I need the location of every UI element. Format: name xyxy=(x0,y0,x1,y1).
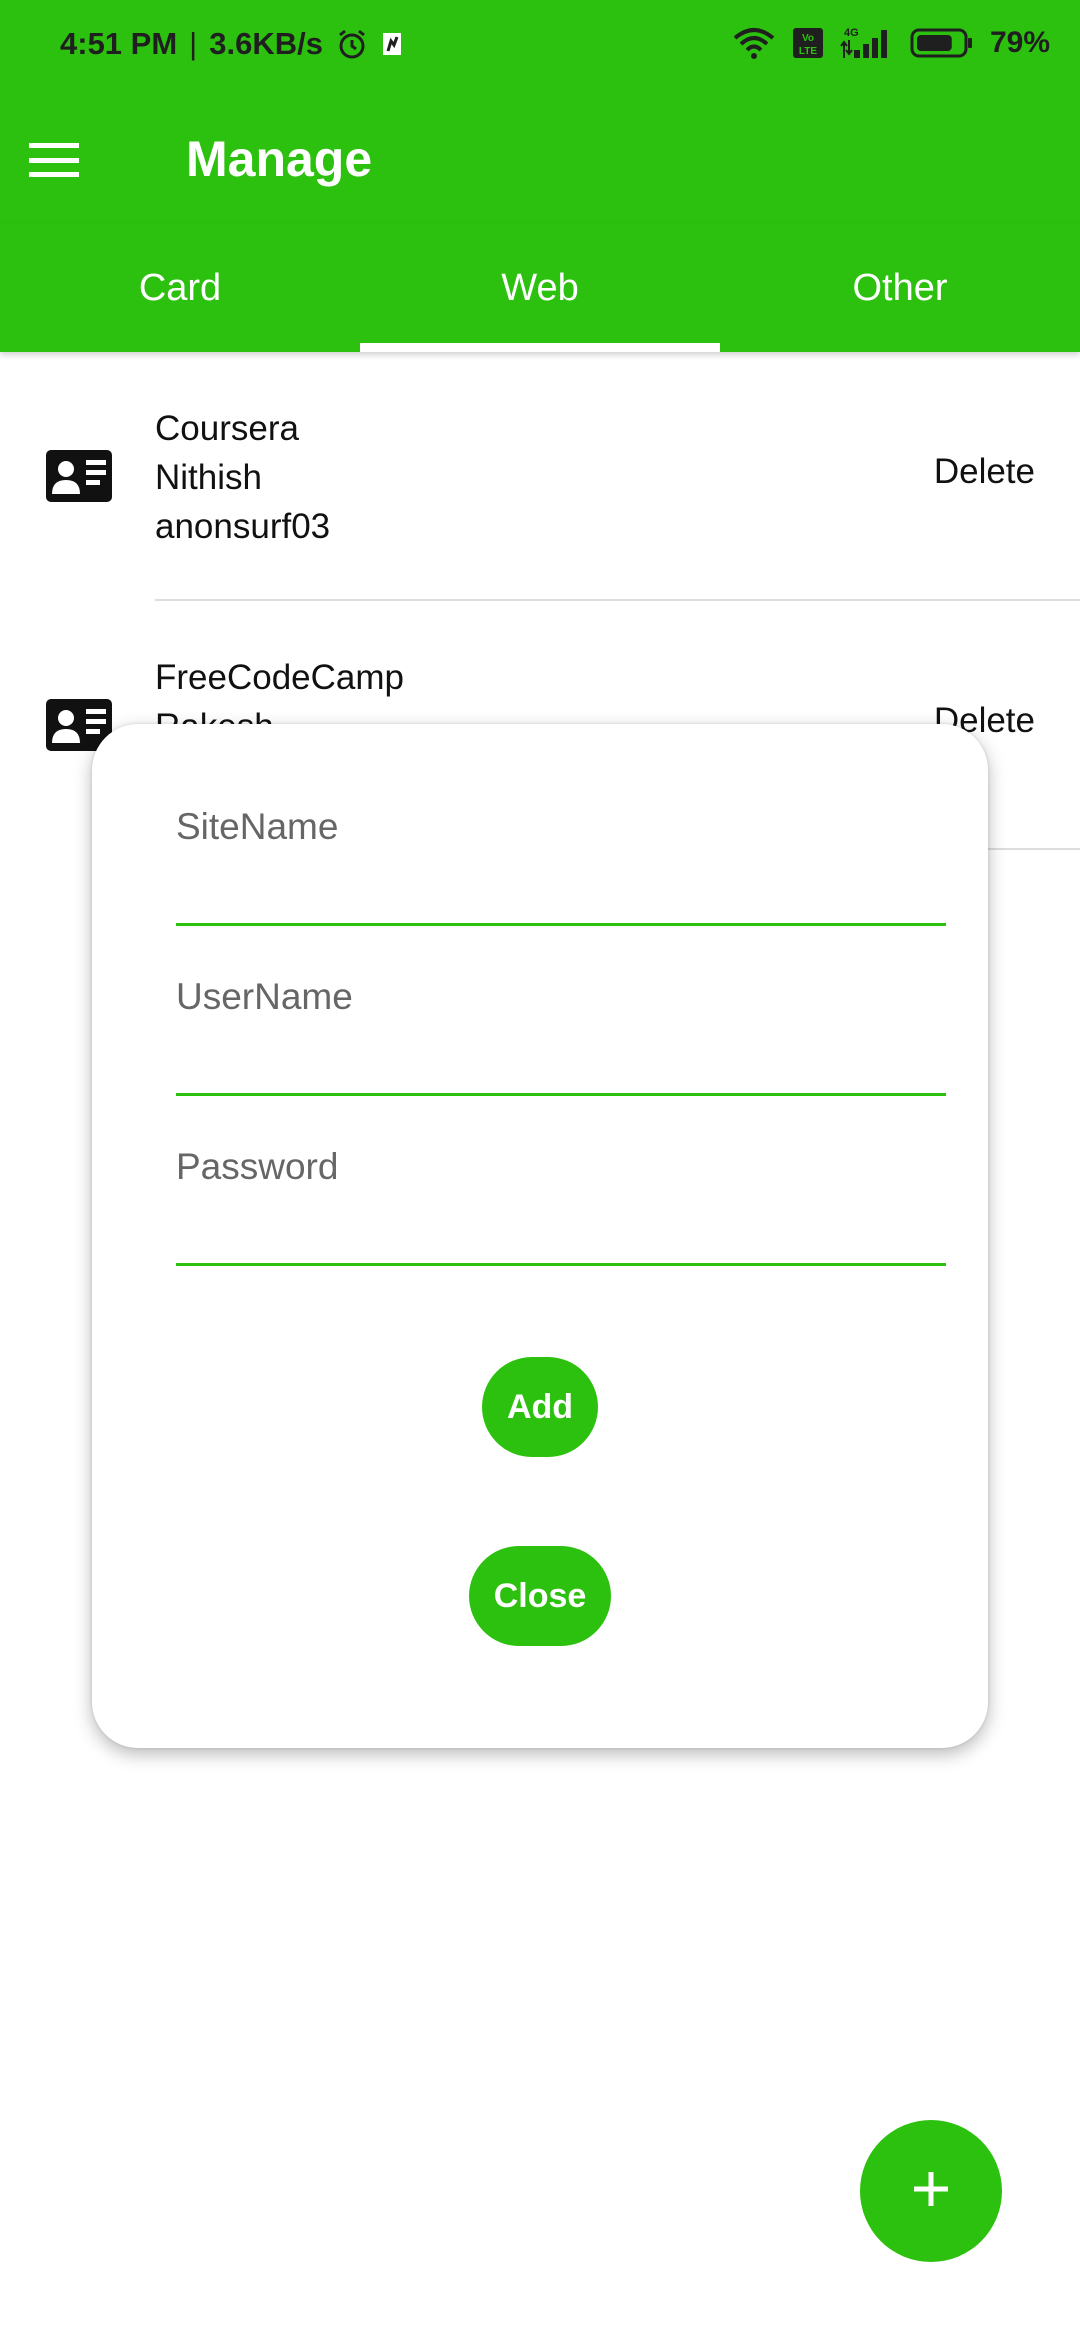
svg-text:4G: 4G xyxy=(844,27,859,39)
password-input[interactable] xyxy=(176,1206,946,1262)
tab-label: Card xyxy=(138,266,222,309)
battery-percent: 79% xyxy=(989,26,1050,59)
status-left: 4:51 PM | 3.6KB/s xyxy=(60,26,403,62)
page-title: Manage xyxy=(186,131,373,187)
user-name-field: UserName xyxy=(176,976,946,1096)
item-text: Coursera Nithish anonsurf03 xyxy=(155,404,330,551)
add-button[interactable]: Add xyxy=(482,1357,598,1457)
status-time: 4:51 PM xyxy=(60,26,178,61)
site-name-underline xyxy=(176,923,946,926)
site-name-field: SiteName xyxy=(176,806,946,926)
password-label: Password xyxy=(176,1146,339,1187)
status-right: Vo LTE 4G 79% xyxy=(732,26,1050,60)
tab-other[interactable]: Other xyxy=(720,224,1080,352)
plus-icon xyxy=(914,2171,948,2211)
volte-icon: Vo LTE xyxy=(792,27,824,59)
item-site-name: Coursera xyxy=(155,409,299,448)
tab-web[interactable]: Web xyxy=(360,224,720,352)
svg-text:LTE: LTE xyxy=(799,46,817,57)
tab-label: Web xyxy=(501,266,579,309)
tab-label: Other xyxy=(852,266,948,309)
alarm-icon xyxy=(335,27,369,61)
item-user-name: Nithish xyxy=(155,458,262,497)
app-bar: Manage xyxy=(0,96,1080,224)
delete-button[interactable]: Delete xyxy=(934,452,1035,492)
svg-text:Vo: Vo xyxy=(802,33,814,44)
wifi-icon xyxy=(732,26,776,60)
site-name-label: SiteName xyxy=(176,806,339,847)
battery-icon xyxy=(910,28,974,58)
user-name-underline xyxy=(176,1093,946,1096)
status-network-speed: 3.6KB/s xyxy=(209,26,323,61)
add-credential-dialog: SiteName UserName Password Add Close xyxy=(92,724,988,1748)
status-separator: | xyxy=(189,26,198,61)
status-bar: 4:51 PM | 3.6KB/s Vo LTE 4G 79% xyxy=(0,0,1080,96)
hamburger-menu-icon xyxy=(29,143,79,177)
site-name-input[interactable] xyxy=(176,866,946,922)
item-site-name: FreeCodeCamp xyxy=(155,658,404,697)
notification-app-icon xyxy=(381,31,403,57)
list-item: Coursera Nithish anonsurf03 Delete xyxy=(0,352,1080,601)
password-underline xyxy=(176,1263,946,1266)
add-fab-button[interactable] xyxy=(860,2120,1002,2262)
item-password: anonsurf03 xyxy=(155,507,331,546)
user-name-input[interactable] xyxy=(176,1036,946,1092)
close-button[interactable]: Close xyxy=(469,1546,611,1646)
menu-button[interactable] xyxy=(14,120,94,200)
contact-card-icon xyxy=(46,450,112,502)
cellular-signal-icon: 4G xyxy=(840,26,894,60)
user-name-label: UserName xyxy=(176,976,353,1017)
password-field: Password xyxy=(176,1146,946,1266)
tab-card[interactable]: Card xyxy=(0,224,360,352)
tab-selected-indicator xyxy=(360,343,720,352)
tab-bar: Card Web Other xyxy=(0,224,1080,352)
